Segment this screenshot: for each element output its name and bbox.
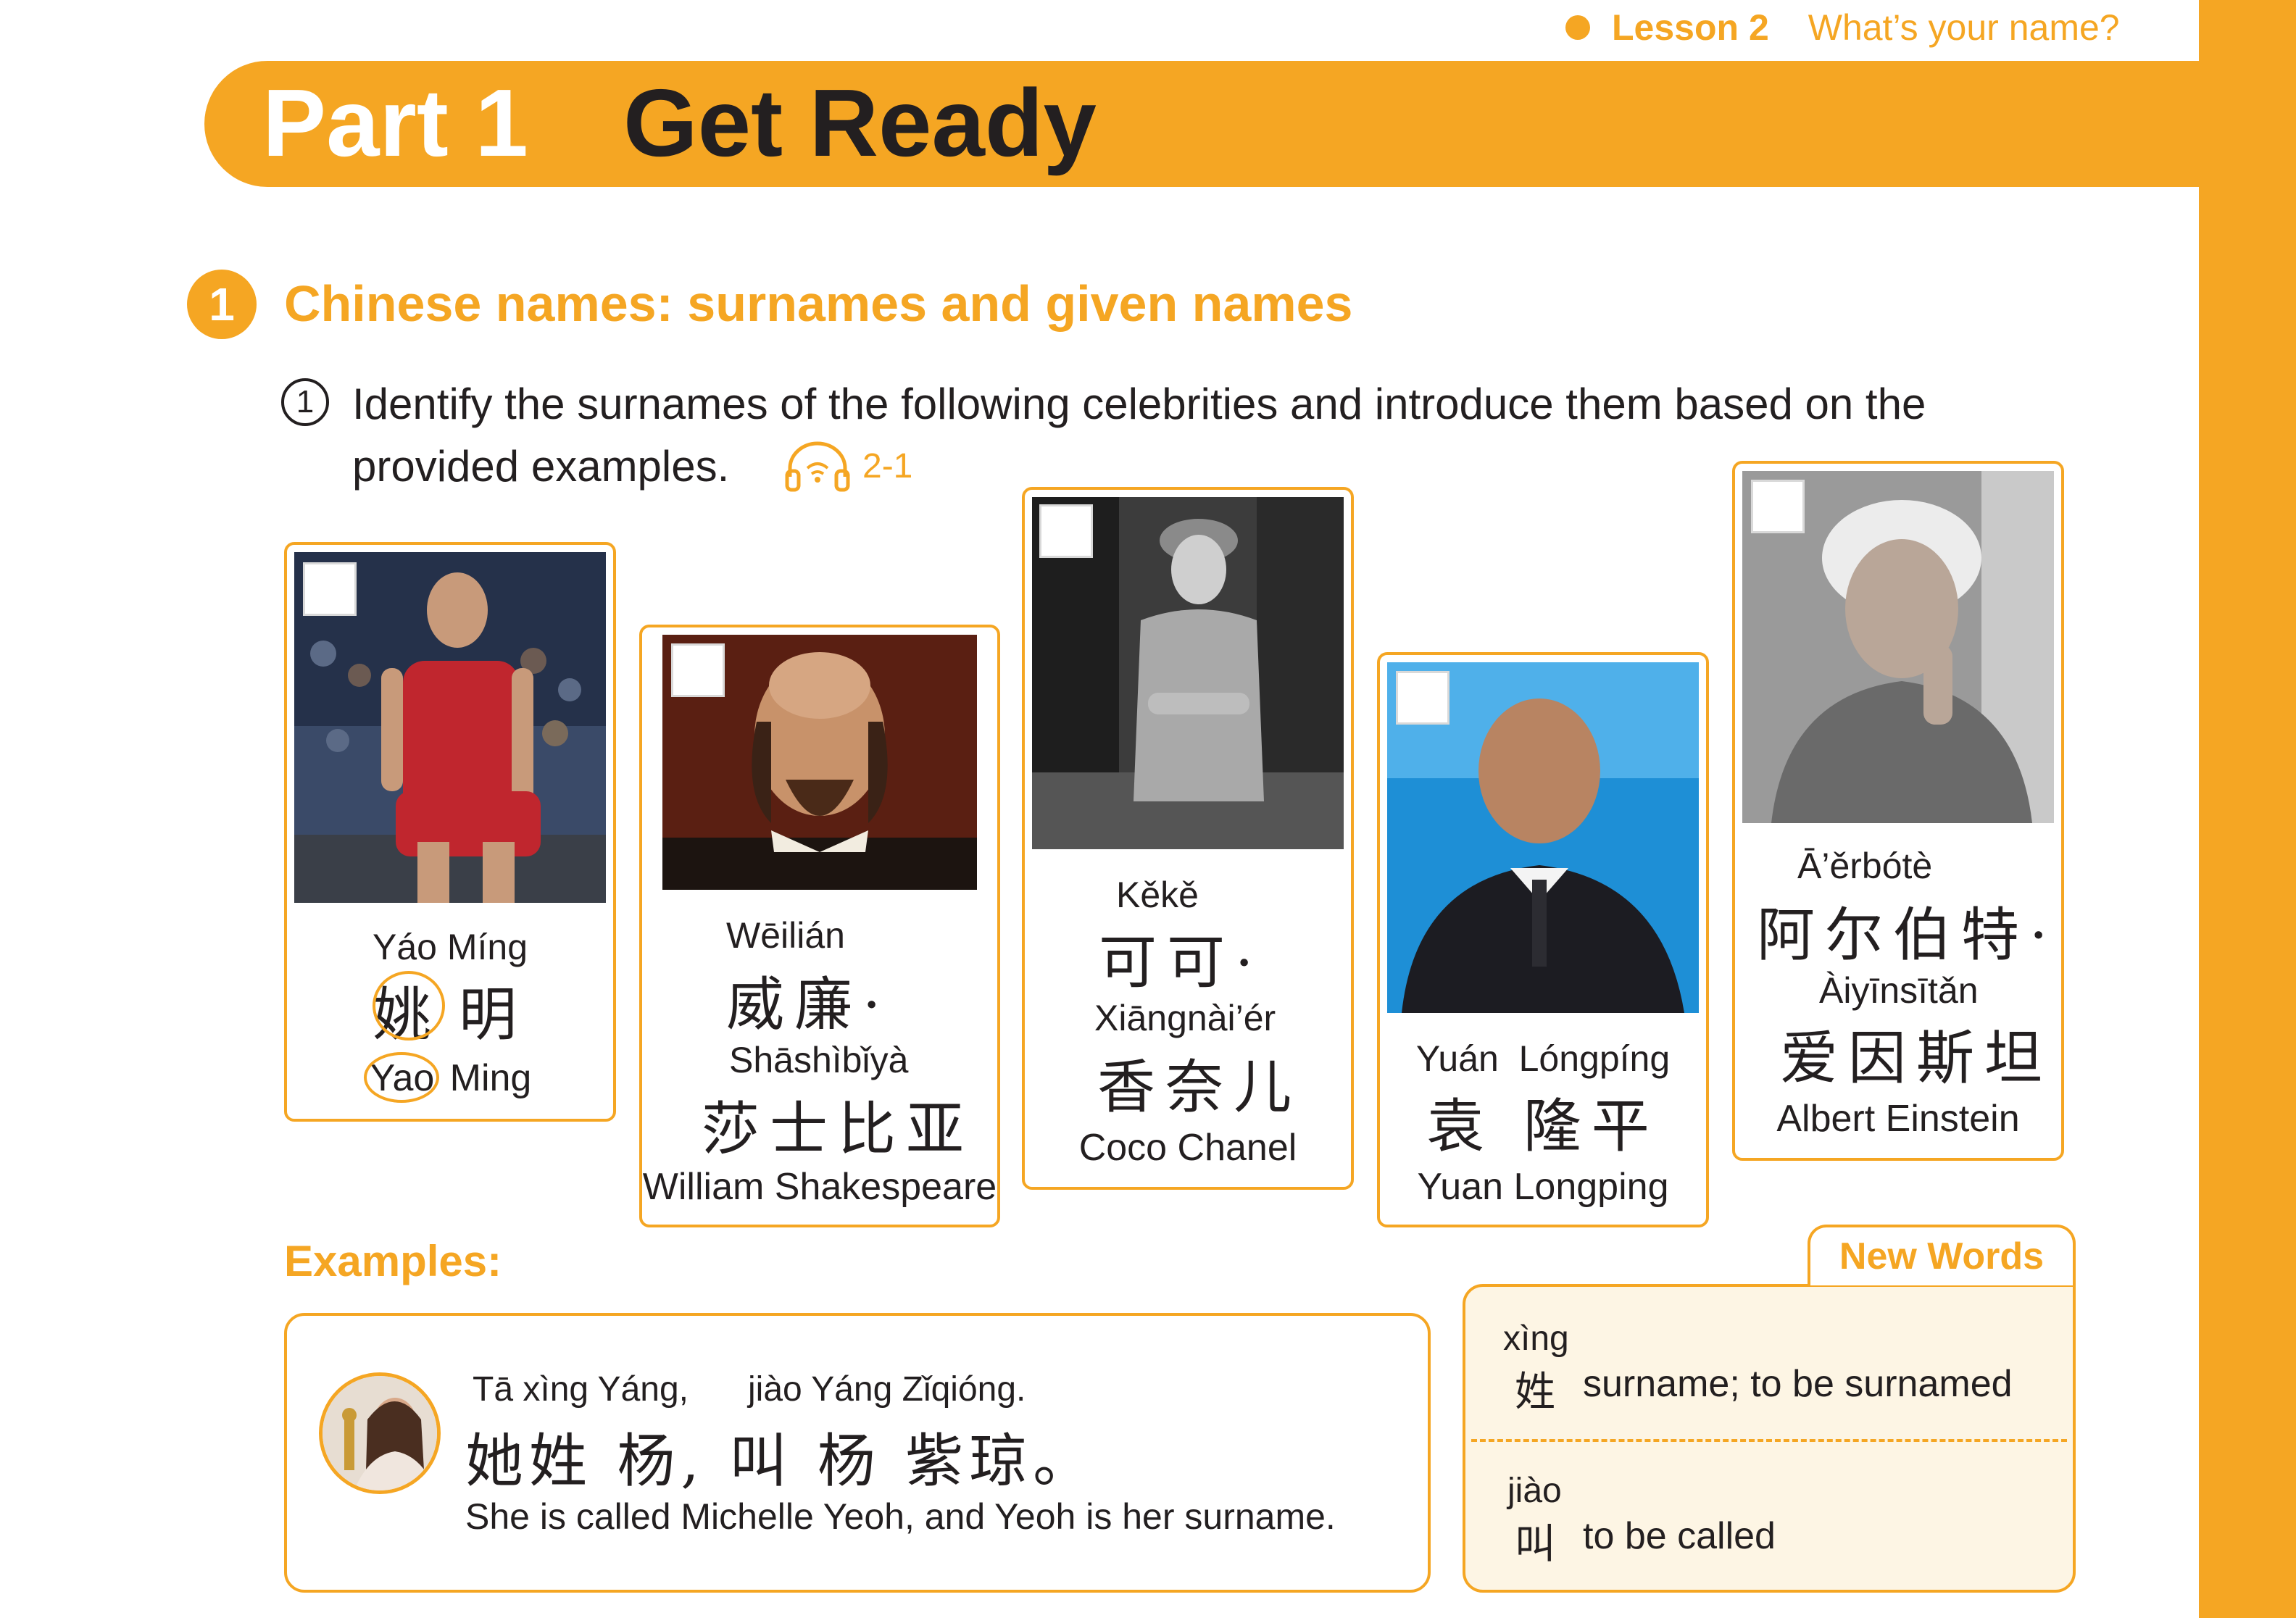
lesson-header: Lesson 2 What’s your name? bbox=[1565, 6, 2120, 49]
example-english-sentence: She is called Michelle Yeoh, and Yeoh is… bbox=[465, 1496, 1336, 1537]
part-label: Part 1 bbox=[262, 70, 528, 176]
surname-circle bbox=[373, 971, 445, 1041]
section-title: Chinese names: surnames and given names bbox=[284, 275, 1353, 332]
lesson-number: Lesson 2 bbox=[1612, 7, 1769, 48]
new-word-meaning: to be called bbox=[1583, 1515, 1776, 1557]
surname-checkbox[interactable] bbox=[1751, 480, 1805, 533]
einstein-hanzi-2: 爱因斯坦 bbox=[1780, 1025, 2052, 1092]
chanel-pinyin-1: Kěkě bbox=[1116, 875, 1199, 915]
einstein-hanzi-1: 阿尔伯特· bbox=[1757, 901, 2058, 969]
new-word-hanzi: 叫 bbox=[1515, 1521, 1555, 1568]
einstein-pinyin-2: Àiyīnsītǎn bbox=[1819, 970, 1979, 1011]
instruction-line-2: provided examples. bbox=[352, 442, 730, 491]
shakespeare-hanzi-2: 莎士比亚 bbox=[702, 1096, 974, 1163]
bullet-dot-icon bbox=[1565, 15, 1590, 40]
yuan-longping-pinyin: Yuán Lóngpíng bbox=[1415, 1038, 1671, 1079]
surname-checkbox[interactable] bbox=[1039, 504, 1093, 558]
surname-checkbox[interactable] bbox=[671, 643, 725, 697]
new-word-meaning: surname; to be surnamed bbox=[1583, 1363, 2013, 1405]
yuan-longping-hanzi: 袁 隆平 bbox=[1426, 1093, 1660, 1160]
yao-ming-given-hanzi: 明 bbox=[459, 981, 527, 1048]
new-word-pinyin: jiào bbox=[1507, 1472, 1562, 1510]
surname-checkbox[interactable] bbox=[303, 562, 357, 616]
einstein-english: Albert Einstein bbox=[1776, 1098, 2020, 1140]
headphones-icon[interactable] bbox=[783, 439, 852, 494]
new-word-pinyin: xìng bbox=[1503, 1319, 1569, 1358]
chanel-hanzi-1: 可可· bbox=[1099, 929, 1264, 996]
einstein-pinyin-1: Ā’ěrbótè bbox=[1797, 846, 1933, 886]
yao-ming-english-given: Ming bbox=[449, 1057, 532, 1099]
example-pinyin-part-2: jiào Yáng Zǐqióng. bbox=[748, 1370, 1026, 1409]
shakespeare-pinyin-1: Wēilián bbox=[726, 915, 845, 956]
part-title: Get Ready bbox=[623, 70, 1097, 176]
audio-track-label: 2-1 bbox=[862, 447, 913, 485]
lesson-title: What’s your name? bbox=[1808, 7, 2120, 48]
section-number-badge: 1 bbox=[187, 270, 257, 339]
shakespeare-english: William Shakespeare bbox=[642, 1166, 997, 1208]
yuan-longping-english: Yuan Longping bbox=[1417, 1166, 1669, 1208]
new-words-title: New Words bbox=[1808, 1225, 2076, 1285]
yao-ming-pinyin: Yáo Míng bbox=[372, 927, 528, 967]
new-word-hanzi: 姓 bbox=[1515, 1369, 1555, 1416]
chanel-hanzi-2: 香奈儿 bbox=[1097, 1054, 1302, 1121]
surname-circle bbox=[364, 1052, 439, 1103]
example-hanzi-sentence: 她姓 杨, 叫 杨 紫琼。 bbox=[465, 1427, 1097, 1495]
instruction-line-1: Identify the surnames of the following c… bbox=[352, 380, 1926, 428]
chanel-english: Coco Chanel bbox=[1078, 1127, 1297, 1169]
chanel-pinyin-2: Xiāngnài’ér bbox=[1094, 998, 1276, 1038]
examples-title: Examples: bbox=[284, 1237, 502, 1285]
page-edge-strip bbox=[2199, 0, 2296, 1618]
divider bbox=[1471, 1439, 2067, 1442]
surname-checkbox[interactable] bbox=[1396, 671, 1449, 725]
example-pinyin-part-1: Tā xìng Yáng, bbox=[473, 1370, 689, 1409]
instruction-number: 1 bbox=[281, 378, 329, 426]
shakespeare-pinyin-2: Shāshìbǐyà bbox=[729, 1040, 909, 1080]
michelle-yeoh-avatar bbox=[319, 1372, 441, 1494]
shakespeare-hanzi-1: 威廉· bbox=[726, 971, 891, 1038]
